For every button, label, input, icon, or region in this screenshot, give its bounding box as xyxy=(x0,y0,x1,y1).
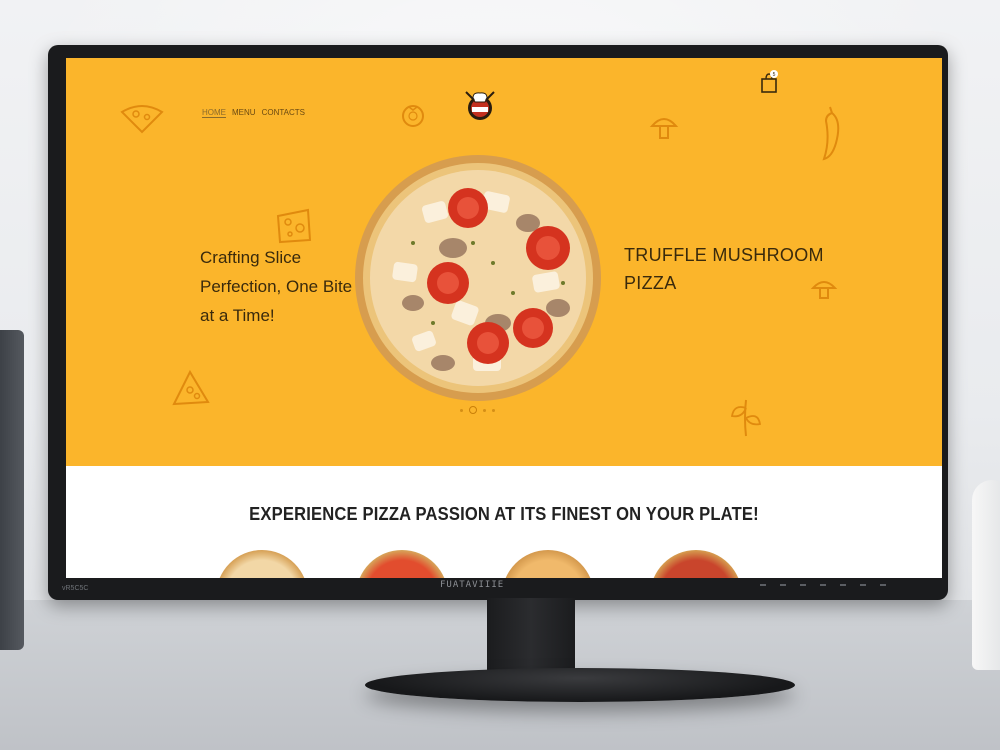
hero-section: HOME MENU CONTACTS 5 Crafting Slice Perf… xyxy=(66,58,942,466)
monitor-stand-base xyxy=(365,668,795,702)
carousel-dot-active[interactable] xyxy=(469,406,477,414)
main-navigation: HOME MENU CONTACTS xyxy=(202,108,305,118)
chili-pepper-doodle-icon xyxy=(822,106,840,161)
nav-home-link[interactable]: HOME xyxy=(202,108,226,118)
cart-count-badge: 5 xyxy=(773,72,776,78)
chef-hat-logo-icon[interactable] xyxy=(462,88,498,122)
carousel-dot[interactable] xyxy=(483,408,486,412)
monitor-model-label: vR5C5C xyxy=(62,585,89,592)
nav-menu-link[interactable]: MENU xyxy=(232,108,256,118)
pizza-thumbnail[interactable] xyxy=(216,550,308,578)
monitor-brand-label: FUATAVIIIE xyxy=(440,580,505,590)
speaker xyxy=(0,330,24,650)
website-screen: HOME MENU CONTACTS 5 Crafting Slice Perf… xyxy=(66,58,942,578)
carousel-dot[interactable] xyxy=(460,408,463,412)
monitor-buttons xyxy=(760,584,930,588)
featured-pizza-image[interactable] xyxy=(353,153,603,403)
vase xyxy=(972,480,1000,670)
featured-product-title: TRUFFLE MUSHROOM PIZZA xyxy=(624,245,824,293)
carousel-indicators xyxy=(460,406,495,414)
basil-leaves-doodle-icon xyxy=(730,399,762,437)
pizza-thumbnail[interactable] xyxy=(356,550,448,578)
shopping-bag-icon[interactable]: 5 xyxy=(760,70,778,94)
mushroom-doodle-icon xyxy=(649,118,679,139)
monitor-stand-neck xyxy=(487,598,575,676)
hero-tagline: Crafting Slice Perfection, One Bite at a… xyxy=(200,248,353,325)
cheese-doodle-icon xyxy=(276,208,312,244)
tomato-doodle-icon xyxy=(402,105,424,127)
pizza-slice-doodle-icon xyxy=(120,105,164,134)
section-heading: EXPERIENCE PIZZA PASSION AT ITS FINEST O… xyxy=(249,504,759,524)
pizza-thumbnail[interactable] xyxy=(502,550,594,578)
carousel-dot[interactable] xyxy=(492,408,495,412)
pizza-thumbnail[interactable] xyxy=(650,550,742,578)
nav-contacts-link[interactable]: CONTACTS xyxy=(262,108,305,118)
pizza-wedge-doodle-icon xyxy=(172,369,210,406)
